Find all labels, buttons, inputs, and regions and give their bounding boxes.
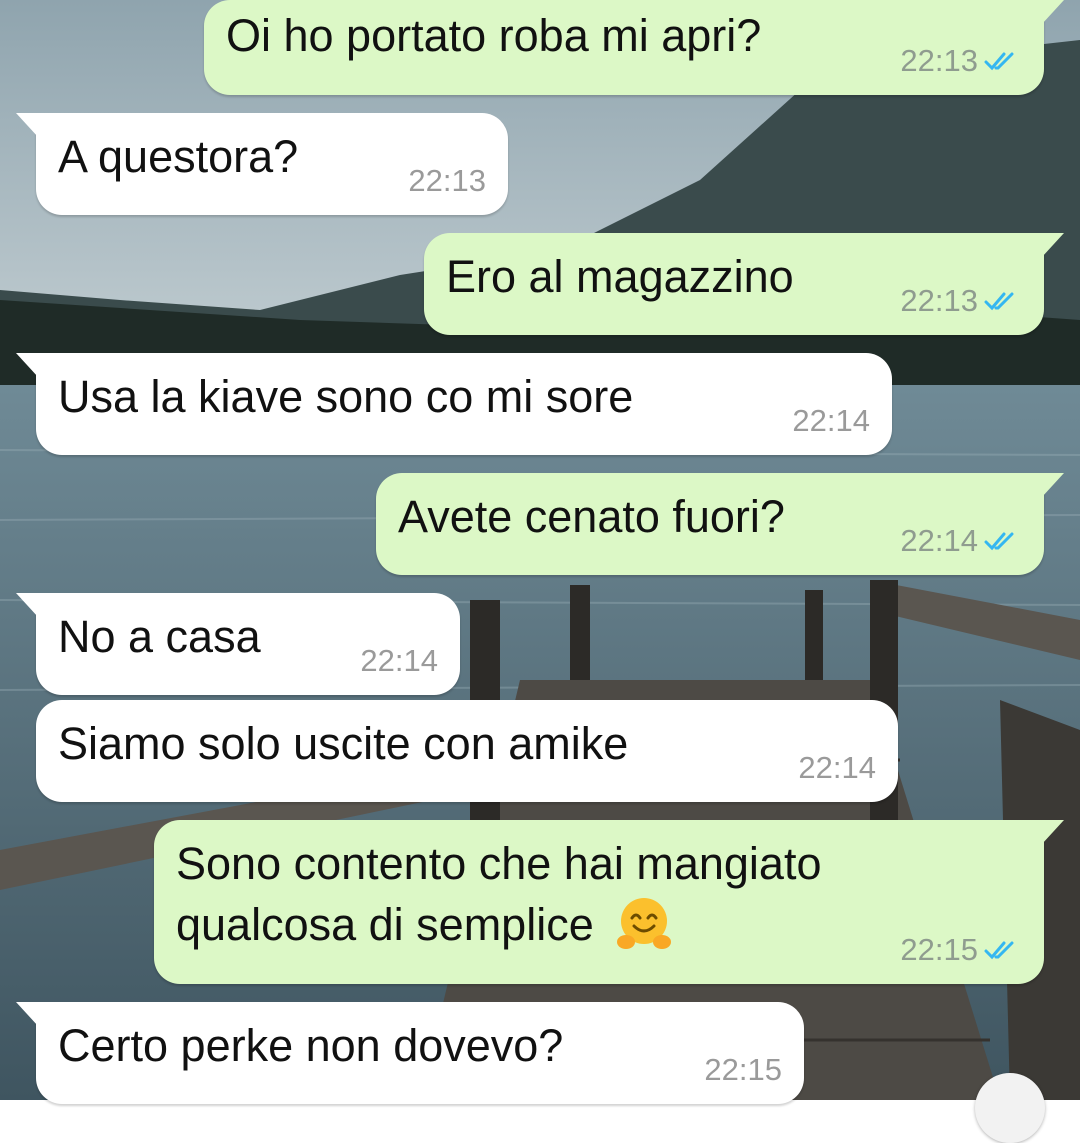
message-meta: 22:13 bbox=[900, 43, 1022, 79]
message-meta: 22:14 bbox=[900, 523, 1022, 559]
message-bubble-incoming[interactable]: A questora? 22:13 bbox=[16, 113, 508, 215]
message-time: 22:14 bbox=[798, 750, 876, 785]
hugging-face-emoji bbox=[617, 898, 672, 949]
message-text: Oi ho portato roba mi apri? bbox=[226, 10, 762, 61]
message-text-line-2-wrapper: qualcosa di semplice bbox=[176, 894, 1018, 955]
double-check-icon bbox=[984, 532, 1014, 551]
message-text: Usa la kiave sono co mi sore bbox=[58, 371, 634, 422]
message-meta: 22:13 bbox=[900, 283, 1022, 319]
message-text: Siamo solo uscite con amike bbox=[58, 718, 629, 769]
message-bubble-incoming[interactable]: Usa la kiave sono co mi sore 22:14 bbox=[16, 353, 892, 455]
message-time: 22:13 bbox=[900, 283, 978, 318]
message-time: 22:15 bbox=[900, 932, 978, 967]
message-time: 22:15 bbox=[704, 1052, 782, 1087]
message-meta: 22:13 bbox=[408, 163, 486, 199]
message-time: 22:14 bbox=[900, 523, 978, 558]
double-check-icon bbox=[984, 52, 1014, 71]
message-bubble-outgoing[interactable]: Oi ho portato roba mi apri? 22:13 bbox=[204, 0, 1064, 95]
message-text-line-2: qualcosa di semplice bbox=[176, 899, 594, 950]
double-check-icon bbox=[984, 941, 1014, 960]
message-meta: 22:14 bbox=[360, 643, 438, 679]
message-bubble-outgoing[interactable]: Avete cenato fuori? 22:14 bbox=[376, 473, 1064, 575]
message-time: 22:14 bbox=[792, 403, 870, 438]
message-time: 22:13 bbox=[408, 163, 486, 198]
message-meta: 22:14 bbox=[792, 403, 870, 439]
message-meta: 22:14 bbox=[798, 750, 876, 786]
message-text: Certo perke non dovevo? bbox=[58, 1020, 564, 1071]
message-bubble-incoming[interactable]: Certo perke non dovevo? 22:15 bbox=[16, 1002, 804, 1104]
scroll-down-button[interactable] bbox=[975, 1073, 1045, 1143]
double-check-icon bbox=[984, 292, 1014, 311]
message-bubble-incoming[interactable]: Siamo solo uscite con amike 22:14 bbox=[36, 700, 898, 802]
message-text-line-1: Sono contento che hai mangiato bbox=[176, 838, 822, 889]
message-bubble-outgoing[interactable]: Ero al magazzino 22:13 bbox=[424, 233, 1064, 335]
message-meta: 22:15 bbox=[900, 932, 1022, 968]
message-bubble-outgoing[interactable]: Sono contento che hai mangiato qualcosa … bbox=[154, 820, 1064, 984]
message-time: 22:13 bbox=[900, 43, 978, 78]
message-time: 22:14 bbox=[360, 643, 438, 678]
message-meta: 22:15 bbox=[704, 1052, 782, 1088]
message-bubble-incoming[interactable]: No a casa 22:14 bbox=[16, 593, 460, 695]
